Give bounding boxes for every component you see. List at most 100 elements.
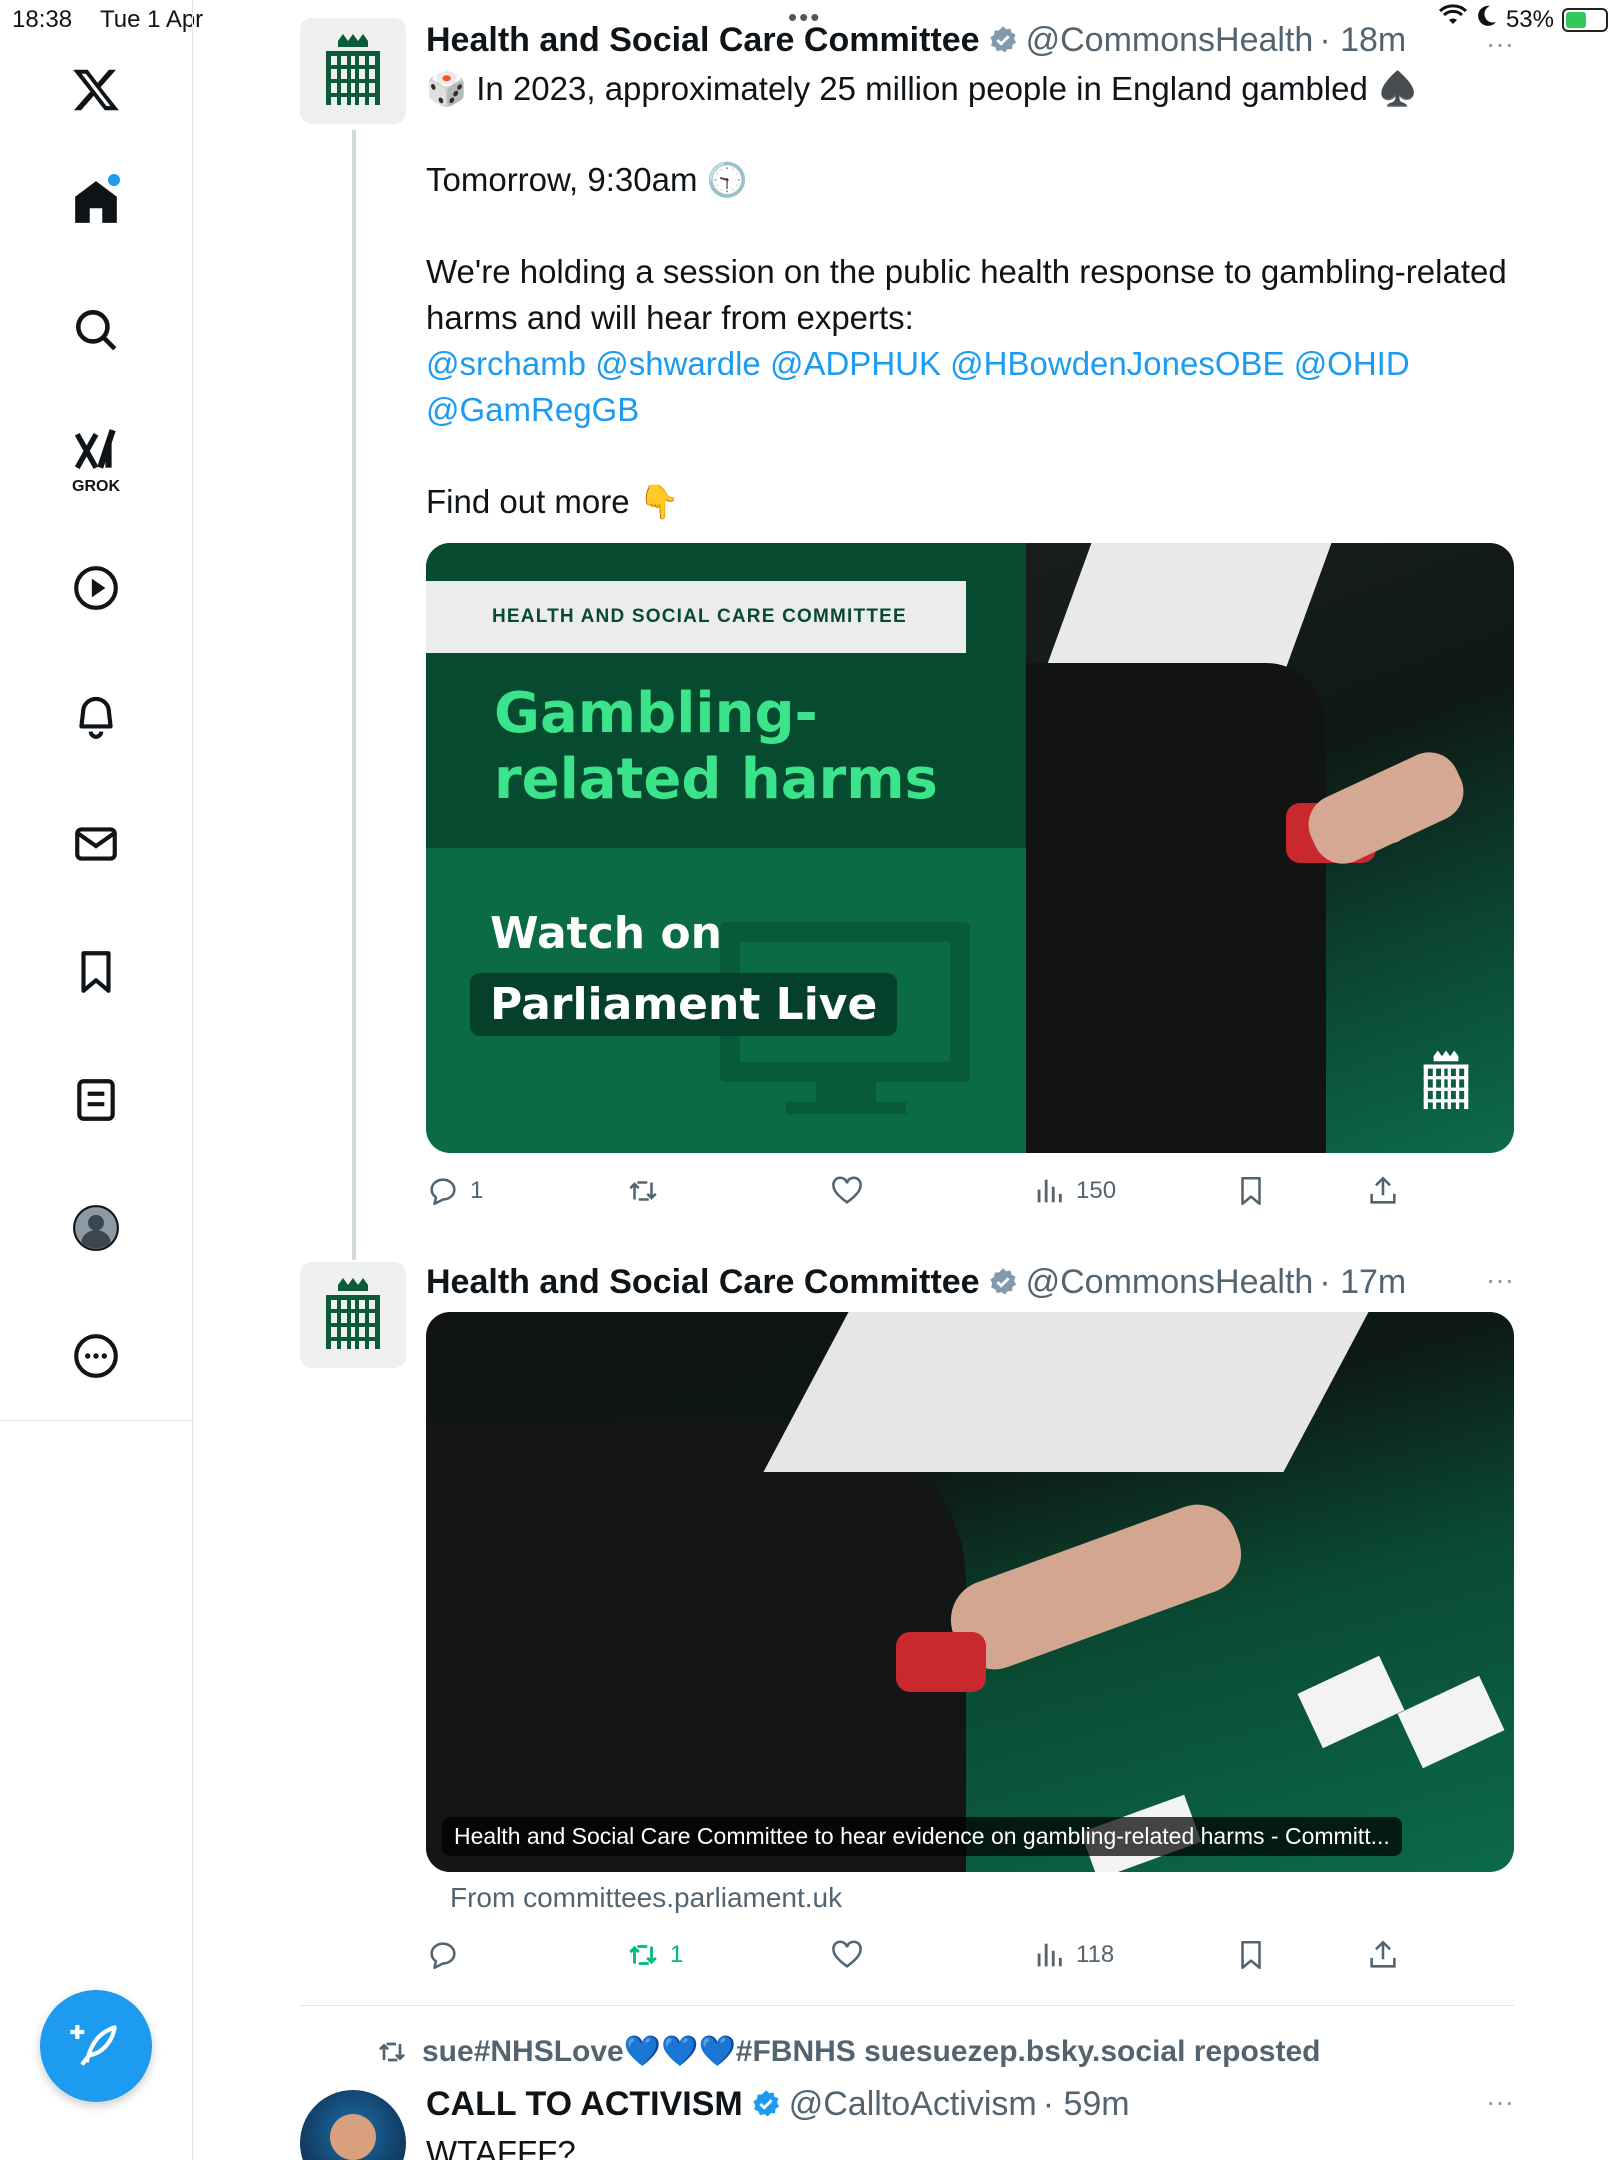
tweet-actions: 1 150 [426,1166,1426,1216]
repost-button[interactable] [626,1166,660,1216]
verified-badge-icon [988,25,1018,55]
tweet-time[interactable]: · 17m [1319,1263,1406,1302]
compose-button[interactable] [40,1990,152,2102]
tweet-line-session: We're holding a session on the public he… [426,253,1507,336]
gambling-photo [1026,543,1514,1153]
tweet-line-stat: 🎲 In 2023, approximately 25 million peop… [426,70,1419,107]
views-button[interactable]: 150 [1032,1166,1116,1216]
home-notification-dot [108,174,120,186]
repost-icon [629,1181,657,1201]
mention-link[interactable]: @ADPHUK [770,345,941,382]
share-button[interactable] [1366,1166,1400,1216]
reply-button[interactable]: 1 [426,1166,483,1216]
tweet-media-card[interactable]: HEALTH AND SOCIAL CARE COMMITTEE Gamblin… [426,543,1514,1153]
search-icon [76,310,117,351]
avatar[interactable]: CALL [300,2090,406,2160]
thread-line [352,130,356,1260]
like-button[interactable] [830,1930,864,1980]
tweet-time[interactable]: · 59m [1043,2085,1130,2124]
tweet-more-button[interactable]: ··· [1486,1264,1514,1296]
author-name[interactable]: Health and Social Care Committee [426,21,980,60]
author-handle[interactable]: @CommonsHealth [1026,21,1314,60]
portcullis-logo-icon [326,34,380,105]
card-banner: HEALTH AND SOCIAL CARE COMMITTEE [426,581,966,653]
sidebar-item-messages[interactable] [56,804,136,884]
share-icon [1370,1940,1396,1968]
tweet-more-button[interactable]: ··· [1486,2086,1514,2118]
bookmark-button[interactable] [1234,1930,1268,1980]
battery-icon [1562,7,1608,32]
repost-icon [379,2042,405,2061]
tweet-content: Health and Social Care Committee @Common… [426,18,1514,525]
link-card-caption: Health and Social Care Committee to hear… [442,1817,1402,1856]
card-headline-line1: Gambling- [494,681,818,746]
mention-link[interactable]: @srchamb [426,345,586,382]
more-icon [74,1334,118,1378]
profile-icon [73,1205,119,1251]
card-headline: Gambling- related harms [494,681,938,813]
avatar[interactable] [300,1262,406,1368]
sidebar-divider [0,1420,192,1421]
card-left-panel: HEALTH AND SOCIAL CARE COMMITTEE Gamblin… [426,543,1026,1153]
mention-link[interactable]: @shwardle [595,345,761,382]
bookmark-button[interactable] [1234,1166,1268,1216]
tweet-divider [300,2005,1514,2006]
avatar[interactable] [300,18,406,124]
sidebar-item-grok[interactable]: GROK [56,418,136,498]
link-source[interactable]: From committees.parliament.uk [450,1882,842,1914]
tweet-header: CALL TO ACTIVISM @CalltoActivism · 59m [426,2082,1514,2126]
tweet-content: Health and Social Care Committee @Common… [426,1260,1514,1304]
repost-count: 1 [670,1941,684,1968]
views-chart-icon [1037,1179,1062,1203]
grok-label: GROK [72,478,120,495]
views-button[interactable]: 118 [1032,1930,1114,1980]
card-headline-line2: related harms [494,747,938,812]
heart-icon [832,1176,862,1204]
mention-link[interactable]: @HBowdenJonesOBE [950,345,1284,382]
bookmark-icon [1241,1940,1261,1970]
mention-link[interactable]: @OHID [1294,345,1410,382]
bookmark-icon [1241,1176,1261,1206]
tweet-text: WTAFFF? [426,2134,576,2160]
mail-icon [75,827,117,861]
card-parliament-live: Parliament Live [470,973,898,1036]
tweet-content: CALL TO ACTIVISM @CalltoActivism · 59m ·… [426,2082,1514,2160]
reply-button[interactable] [426,1930,460,1980]
repost-context[interactable]: sue#NHSLove💙💙💙#FBNHS suesuezep.bsky.soci… [376,2034,1320,2069]
tweet-time[interactable]: · 18m [1319,21,1406,60]
tweet-more-button[interactable]: ··· [1486,28,1514,60]
sidebar-item-lists[interactable] [56,1060,136,1140]
grok-icon [74,429,116,469]
author-handle[interactable]: @CalltoActivism [789,2085,1037,2124]
views-count: 118 [1076,1941,1115,1968]
sidebar-item-notifications[interactable] [56,676,136,756]
x-logo-icon[interactable] [56,50,136,130]
tweet-actions: 1 118 [426,1930,1426,1980]
tweet-text: 🎲 In 2023, approximately 25 million peop… [426,66,1514,525]
views-chart-icon [1037,1943,1062,1967]
tweet-mentions: @srchamb @shwardle @ADPHUK @HBowdenJones… [426,341,1514,433]
author-name[interactable]: Health and Social Care Committee [426,1263,980,1302]
author-name[interactable]: CALL TO ACTIVISM [426,2085,743,2124]
list-icon [77,1079,115,1121]
sidebar-item-home[interactable] [56,162,136,242]
repost-button[interactable]: 1 [626,1930,683,1980]
sidebar: GROK [0,0,193,2160]
mention-link[interactable]: @GamRegGB [426,391,639,428]
sidebar-item-profile[interactable] [56,1188,136,1268]
link-card-image[interactable]: Health and Social Care Committee to hear… [426,1312,1514,1872]
author-handle[interactable]: @CommonsHealth [1026,1263,1314,1302]
sidebar-item-search[interactable] [56,290,136,370]
like-button[interactable] [830,1166,864,1216]
sidebar-item-bookmarks[interactable] [56,932,136,1012]
verified-badge-icon [988,1267,1018,1297]
repost-by-label: sue#NHSLove💙💙💙#FBNHS suesuezep.bsky.soci… [422,2035,1321,2068]
verified-badge-icon [751,2089,781,2119]
share-button[interactable] [1366,1930,1400,1980]
tweet-header: Health and Social Care Committee @Common… [426,1260,1514,1304]
sidebar-item-videos[interactable] [56,548,136,628]
play-icon [74,566,118,610]
sidebar-item-more[interactable] [56,1316,136,1396]
card-watch-on: Watch on [490,908,722,959]
reply-icon [430,1942,456,1970]
